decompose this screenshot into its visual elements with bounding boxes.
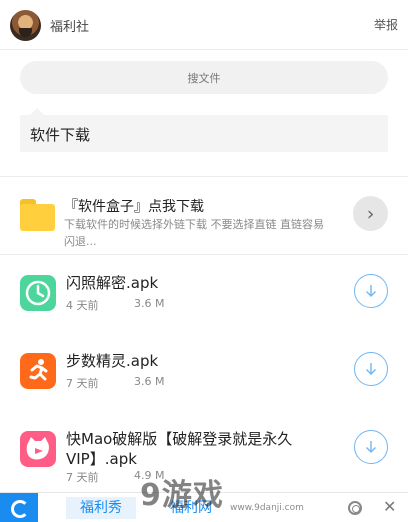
app-logo-icon[interactable] (0, 493, 38, 522)
file-row[interactable]: 步数精灵.apk 7 天前 3.6 M (0, 333, 408, 411)
open-folder-button[interactable]: › (353, 196, 388, 231)
download-button[interactable] (354, 274, 388, 308)
runner-app-icon (20, 353, 56, 389)
watermark: 9游戏 www.9danji.com (140, 470, 304, 514)
file-age: 4 天前 (66, 299, 99, 312)
folder-row[interactable]: 『软件盒子』点我下载 下载软件的时候选择外链下载 不要选择直链 直链容易闪退..… (0, 178, 408, 253)
watermark-text: 9游戏 (140, 478, 224, 513)
folder-title: 『软件盒子』点我下载 (64, 199, 204, 215)
file-size: 3.6 M (134, 297, 165, 310)
download-arrow-icon (366, 285, 376, 297)
folder-description: 下载软件的时候选择外链下载 不要选择直链 直链容易闪退... (64, 218, 324, 248)
tab-fulixiu[interactable]: 福利秀 (66, 497, 136, 519)
clock-app-icon (20, 275, 56, 311)
folder-icon (20, 199, 55, 231)
download-button[interactable] (354, 430, 388, 464)
file-size: 3.6 M (134, 375, 165, 388)
cat-app-icon (20, 431, 56, 467)
search-files-button[interactable]: 搜文件 (20, 61, 388, 94)
download-arrow-icon (366, 363, 376, 375)
file-age: 7 天前 (66, 377, 99, 390)
file-name: 闪照解密.apk (66, 274, 159, 292)
download-arrow-icon (366, 441, 376, 453)
avatar[interactable] (10, 10, 41, 41)
chat-header: 福利社 举报 (0, 0, 408, 50)
file-age: 7 天前 (66, 471, 99, 484)
message-text: 软件下载 (30, 126, 91, 144)
file-name: 快Mao破解版【破解登录就是永久VIP】.apk (66, 430, 293, 468)
chevron-right-icon: › (366, 202, 375, 225)
divider (0, 176, 408, 177)
download-button[interactable] (354, 352, 388, 386)
page-title: 福利社 (50, 20, 90, 35)
file-row[interactable]: 闪照解密.apk 4 天前 3.6 M (0, 255, 408, 333)
settings-gear-icon[interactable] (348, 501, 362, 515)
file-meta: 4 天前 3.6 M (66, 297, 164, 313)
report-link[interactable]: 举报 (374, 16, 398, 33)
file-name: 步数精灵.apk (66, 352, 159, 370)
message-bubble: 软件下载 (20, 108, 388, 152)
file-meta: 7 天前 4.9 M (66, 469, 164, 485)
close-icon[interactable]: ✕ (383, 497, 396, 516)
watermark-url: www.9danji.com (230, 503, 304, 513)
file-meta: 7 天前 3.6 M (66, 375, 164, 391)
